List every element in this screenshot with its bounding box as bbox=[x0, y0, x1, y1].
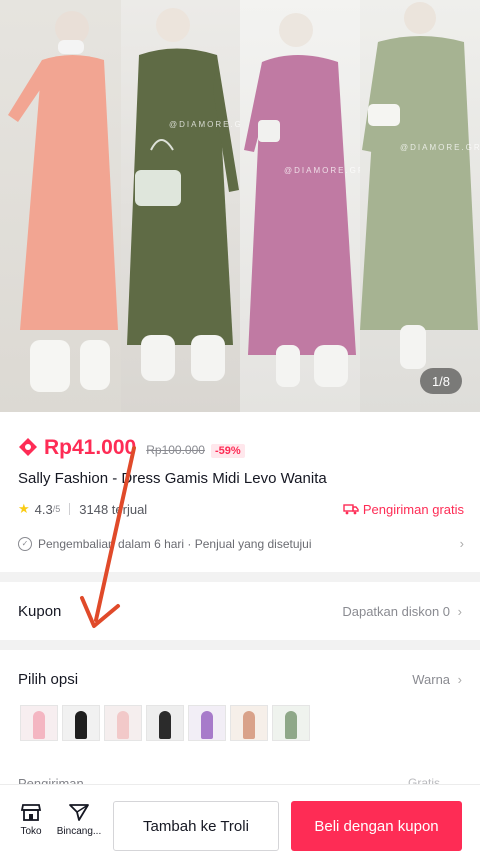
send-icon bbox=[69, 804, 89, 821]
coupon-title: Kupon bbox=[18, 603, 62, 620]
chat-button[interactable]: Bincang... bbox=[52, 801, 106, 837]
current-price: Rp41.000 bbox=[44, 436, 137, 459]
free-shipping-label[interactable]: Pengiriman gratis bbox=[343, 502, 464, 517]
variant-options-section[interactable]: Pilih opsi Warna › Pengiriman Gratis bbox=[0, 650, 480, 800]
variant-thumb-6[interactable] bbox=[230, 705, 268, 741]
buy-with-coupon-button[interactable]: Beli dengan kupon bbox=[291, 801, 462, 851]
discount-badge: -59% bbox=[210, 444, 245, 458]
variant-thumb-7[interactable] bbox=[272, 705, 310, 741]
variant-thumb-4[interactable] bbox=[146, 705, 184, 741]
variant-thumb-3[interactable] bbox=[104, 705, 142, 741]
coupon-action-text: Dapatkan diskon 0 bbox=[342, 604, 451, 619]
rating-scale: /5 bbox=[52, 504, 61, 514]
price-row: Rp41.000 Rp100.000 -59% bbox=[18, 434, 245, 460]
truck-icon bbox=[343, 504, 359, 515]
rating-row[interactable]: ★ 4.3 /5 3148 terjual Pengiriman gratis bbox=[18, 501, 464, 517]
product-photo-peach bbox=[0, 0, 122, 412]
coupon-action: Dapatkan diskon 0 › bbox=[342, 604, 462, 619]
watermark-text: @DIAMORE.GR bbox=[284, 166, 361, 175]
rating-value: 4.3 bbox=[34, 501, 53, 517]
check-circle-icon: ✓ bbox=[18, 536, 32, 551]
free-shipping-text: Pengiriman gratis bbox=[362, 501, 464, 517]
return-policy-row[interactable]: ✓ Pengembalian dalam 6 hari · Penjual ya… bbox=[18, 536, 464, 551]
image-counter: 1/8 bbox=[420, 368, 462, 394]
product-photo-olive: @DIAMORE.GR bbox=[121, 0, 241, 412]
add-to-cart-button[interactable]: Tambah ke Troli bbox=[113, 801, 279, 851]
variant-thumb-2[interactable] bbox=[62, 705, 100, 741]
original-price: Rp100.000 bbox=[146, 443, 205, 457]
bottom-action-bar: Toko Bincang... Tambah ke Troli Beli den… bbox=[0, 784, 480, 855]
chevron-right-icon: › bbox=[459, 536, 464, 551]
watermark-text: @DIAMORE.GR bbox=[400, 143, 480, 152]
flash-sale-icon bbox=[19, 438, 37, 456]
chat-label: Bincang... bbox=[56, 826, 102, 837]
watermark-text: @DIAMORE.GR bbox=[169, 120, 241, 129]
product-info-section: Rp41.000 Rp100.000 -59% Sally Fashion - … bbox=[0, 412, 480, 572]
star-icon: ★ bbox=[18, 501, 30, 516]
variant-thumb-5[interactable] bbox=[188, 705, 226, 741]
return-policy-text: Pengembalian dalam 6 hari · Penjual yang… bbox=[38, 536, 312, 551]
product-photo-pink: @DIAMORE.GR bbox=[240, 0, 361, 412]
variant-thumb-1[interactable] bbox=[20, 705, 58, 741]
variant-thumbnails bbox=[20, 705, 310, 741]
options-action-text: Warna bbox=[412, 672, 451, 687]
sold-count: 3148 terjual bbox=[79, 501, 148, 517]
product-title: Sally Fashion - Dress Gamis Midi Levo Wa… bbox=[18, 470, 327, 487]
divider bbox=[69, 503, 71, 515]
chevron-right-icon: › bbox=[457, 672, 462, 687]
coupon-row[interactable]: Kupon Dapatkan diskon 0 › bbox=[0, 582, 480, 640]
shop-button[interactable]: Toko bbox=[16, 801, 46, 837]
product-image-gallery[interactable]: @DIAMORE.GR @DIAMORE.GR @DIAMORE.GR 1/8 bbox=[0, 0, 480, 412]
options-title: Pilih opsi bbox=[18, 671, 79, 688]
options-action: Warna › bbox=[412, 672, 462, 687]
shop-label: Toko bbox=[20, 826, 42, 837]
product-photo-sage: @DIAMORE.GR bbox=[360, 0, 480, 412]
store-icon bbox=[20, 804, 42, 821]
chevron-right-icon: › bbox=[457, 604, 462, 619]
